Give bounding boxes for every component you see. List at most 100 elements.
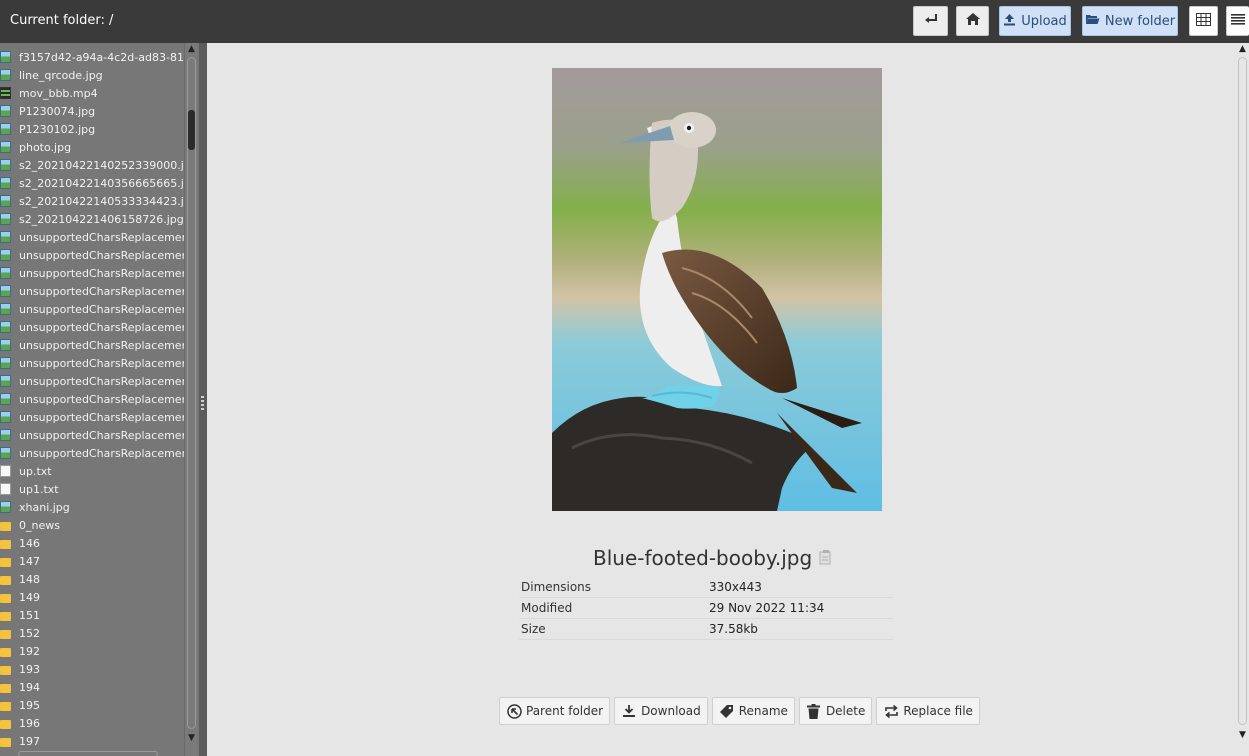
file-item[interactable]: unsupportedCharsReplacement bbox=[0, 300, 184, 318]
folder-item[interactable]: 194 bbox=[0, 678, 184, 696]
folder-icon bbox=[0, 521, 11, 531]
enter-button[interactable] bbox=[913, 6, 948, 36]
file-item[interactable]: unsupportedCharsReplacement bbox=[0, 282, 184, 300]
item-name: unsupportedCharsReplacement bbox=[19, 428, 184, 442]
file-item[interactable]: up1.txt bbox=[0, 480, 184, 498]
file-name-title: Blue-footed-booby.jpg bbox=[593, 546, 813, 570]
file-item[interactable]: unsupportedCharsReplacement bbox=[0, 336, 184, 354]
upload-button[interactable]: Upload bbox=[999, 6, 1071, 36]
detail-row: Size 37.58kb bbox=[519, 619, 893, 640]
download-button[interactable]: Download bbox=[614, 697, 708, 725]
file-item[interactable]: up.txt bbox=[0, 462, 184, 480]
file-item[interactable]: photo.jpg bbox=[0, 138, 184, 156]
file-item[interactable]: f3157d42-a94a-4c2d-ad83-81c bbox=[0, 48, 184, 66]
image-file-icon bbox=[0, 501, 11, 513]
folder-icon bbox=[0, 701, 11, 711]
image-file-icon bbox=[0, 249, 11, 261]
folder-item[interactable]: 147 bbox=[0, 552, 184, 570]
folder-item[interactable]: 196 bbox=[0, 714, 184, 732]
image-file-icon bbox=[0, 447, 11, 459]
file-item[interactable]: unsupportedCharsReplacement bbox=[0, 408, 184, 426]
home-button[interactable] bbox=[956, 6, 989, 36]
item-name: unsupportedCharsReplacement bbox=[19, 356, 184, 370]
folder-item[interactable]: 195 bbox=[0, 696, 184, 714]
image-file-icon bbox=[0, 123, 11, 135]
image-file-icon bbox=[0, 357, 11, 369]
panel-splitter[interactable] bbox=[199, 43, 207, 756]
item-name: f3157d42-a94a-4c2d-ad83-81c bbox=[19, 50, 184, 64]
image-file-icon bbox=[0, 375, 11, 387]
file-item[interactable]: s2_20210422140356665665.jpg bbox=[0, 174, 184, 192]
folder-item[interactable]: 148 bbox=[0, 570, 184, 588]
folder-item[interactable]: 151 bbox=[0, 606, 184, 624]
main-scroll-track[interactable] bbox=[1238, 57, 1247, 725]
file-item[interactable]: xhani.jpg bbox=[0, 498, 184, 516]
folder-item[interactable]: 192 bbox=[0, 642, 184, 660]
file-item[interactable]: unsupportedCharsReplacement bbox=[0, 318, 184, 336]
item-name: 148 bbox=[19, 572, 40, 586]
item-name: s2_20210422140252339000.jpg bbox=[19, 158, 184, 172]
folder-icon bbox=[0, 647, 11, 657]
grid-view-button[interactable] bbox=[1189, 6, 1218, 36]
sidebar-horizontal-scrollbar[interactable] bbox=[18, 751, 158, 756]
splitter-grip-icon[interactable] bbox=[201, 396, 204, 412]
folder-item[interactable]: 197 bbox=[0, 732, 184, 750]
folder-icon bbox=[0, 539, 11, 549]
main-scroll-up-arrow-icon[interactable]: ▲ bbox=[1236, 43, 1249, 55]
scroll-thumb[interactable] bbox=[188, 110, 195, 150]
main-scroll-down-arrow-icon[interactable]: ▼ bbox=[1236, 729, 1249, 741]
file-item[interactable]: unsupportedCharsReplacement bbox=[0, 264, 184, 282]
folder-item[interactable]: 0_news bbox=[0, 516, 184, 534]
main-scrollbar[interactable]: ▲ ▼ bbox=[1236, 43, 1249, 756]
delete-button[interactable]: Delete bbox=[798, 697, 873, 725]
item-name: 147 bbox=[19, 554, 40, 568]
scroll-up-arrow-icon[interactable]: ▲ bbox=[185, 43, 198, 55]
folder-icon bbox=[0, 629, 11, 639]
file-item[interactable]: unsupportedCharsReplacement bbox=[0, 246, 184, 264]
file-item[interactable]: unsupportedCharsReplacement bbox=[0, 228, 184, 246]
trash-icon bbox=[806, 703, 822, 719]
folder-item[interactable]: 193 bbox=[0, 660, 184, 678]
file-item[interactable]: unsupportedCharsReplacement bbox=[0, 354, 184, 372]
copy-icon[interactable] bbox=[819, 549, 833, 565]
image-file-icon bbox=[0, 159, 11, 171]
text-file-icon bbox=[0, 465, 11, 477]
file-item[interactable]: P1230102.jpg bbox=[0, 120, 184, 138]
parent-folder-label: Parent folder bbox=[526, 704, 604, 718]
folder-item[interactable]: 146 bbox=[0, 534, 184, 552]
file-item[interactable]: unsupportedCharsReplacement bbox=[0, 372, 184, 390]
image-file-icon bbox=[0, 429, 11, 441]
scroll-track[interactable] bbox=[187, 57, 196, 729]
item-name: photo.jpg bbox=[19, 140, 72, 154]
replace-file-button[interactable]: Replace file bbox=[876, 697, 980, 725]
item-name: s2_20210422140533334423.jpg bbox=[19, 194, 184, 208]
detail-value: 330x443 bbox=[709, 580, 762, 594]
tag-icon bbox=[719, 703, 735, 719]
file-item[interactable]: unsupportedCharsReplacement bbox=[0, 390, 184, 408]
file-item[interactable]: s2_20210422140252339000.jpg bbox=[0, 156, 184, 174]
file-item[interactable]: P1230074.jpg bbox=[0, 102, 184, 120]
current-folder-title: Current folder: / bbox=[10, 13, 114, 28]
folder-icon bbox=[0, 557, 11, 567]
file-sidebar: f3157d42-a94a-4c2d-ad83-81c line_qrcode.j… bbox=[0, 43, 199, 756]
list-view-button[interactable] bbox=[1226, 6, 1249, 36]
file-details: Dimensions 330x443 Modified 29 Nov 2022 … bbox=[519, 577, 893, 640]
item-name: P1230074.jpg bbox=[19, 104, 96, 118]
folder-item[interactable]: 152 bbox=[0, 624, 184, 642]
text-file-icon bbox=[0, 483, 11, 495]
folder-icon bbox=[0, 719, 11, 729]
file-item[interactable]: unsupportedCharsReplacement bbox=[0, 426, 184, 444]
folder-item[interactable]: 149 bbox=[0, 588, 184, 606]
file-item[interactable]: unsupportedCharsReplacement bbox=[0, 444, 184, 462]
rename-button[interactable]: Rename bbox=[711, 697, 795, 725]
file-item[interactable]: line_qrcode.jpg bbox=[0, 66, 184, 84]
file-item[interactable]: mov_bbb.mp4 bbox=[0, 84, 184, 102]
file-item[interactable]: s2_202104221406158726.jpg bbox=[0, 210, 184, 228]
scroll-down-arrow-icon[interactable]: ▼ bbox=[185, 732, 198, 744]
parent-folder-button[interactable]: Parent folder bbox=[499, 697, 611, 725]
file-item[interactable]: s2_20210422140533334423.jpg bbox=[0, 192, 184, 210]
sidebar-scrollbar[interactable]: ▲ ▼ bbox=[184, 43, 197, 756]
folder-icon bbox=[0, 575, 11, 585]
delete-label: Delete bbox=[825, 704, 866, 718]
new-folder-button[interactable]: New folder bbox=[1082, 6, 1178, 36]
